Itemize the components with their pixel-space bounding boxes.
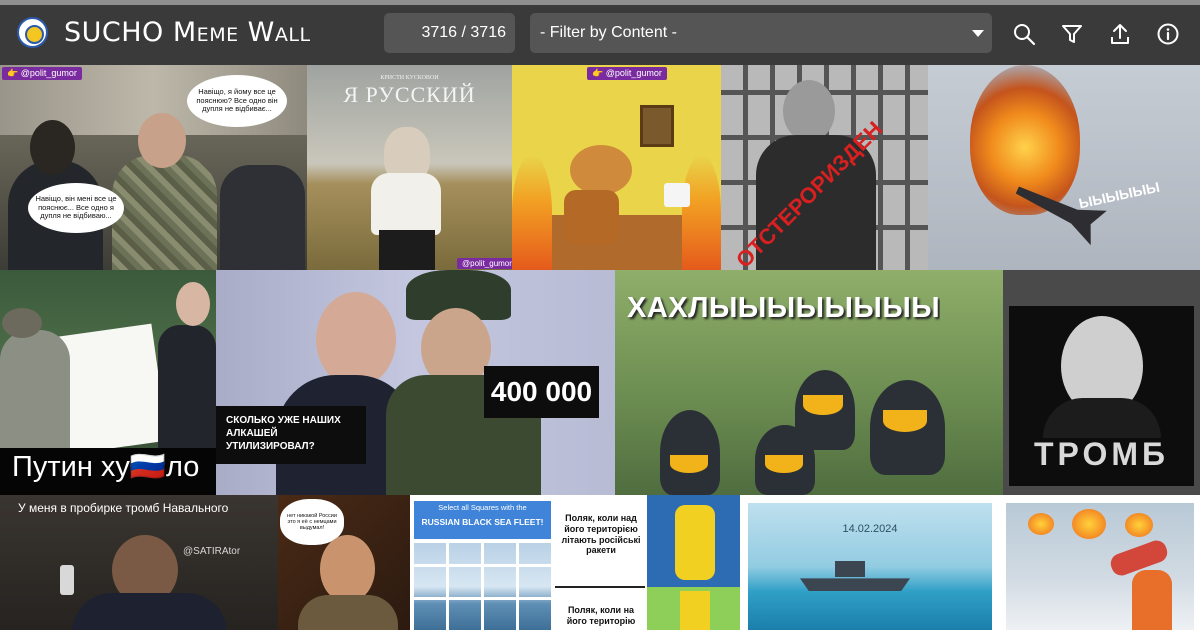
search-icon[interactable] (1012, 22, 1036, 46)
meme-tile-poles[interactable]: Поляк, коли над його територією літають … (555, 495, 740, 630)
meme-tile-gas-flares[interactable] (1000, 495, 1200, 630)
meme-tile-generals[interactable]: 👉 @polit_gumor Навіщо, я йому все це поя… (0, 65, 307, 270)
meme-tile-putin-painting[interactable]: Путин ху🇷🇺ло (0, 270, 216, 495)
meme-caption: ТРОМБ (1033, 436, 1169, 472)
meme-counter[interactable]: 3716 / 3716 (384, 13, 515, 53)
meme-tile-400000[interactable]: СКОЛЬКО УЖЕ НАШИХ АЛКАШЕЙ УТИЛИЗИРОВАЛ? … (216, 270, 615, 495)
meme-caption: ХАХЛЫЫЫЫЫЫЫЫ (627, 292, 941, 324)
meme-caption-top: Поляк, коли над його територією літають … (561, 513, 641, 556)
top-bar: SUCHO Meme Wall 3716 / 3716 - Filter by … (0, 0, 1200, 65)
meme-caption: ЫЫЫЫЫЫ (1077, 178, 1162, 212)
content-filter-select[interactable]: - Filter by Content - (530, 13, 992, 53)
meme-tile-this-is-fine[interactable]: 👉 @polit_gumor (512, 65, 721, 270)
meme-tile-burning-jet[interactable]: ЫЫЫЫЫЫ (928, 65, 1200, 270)
meme-handle: @SATIRAtor (183, 546, 241, 557)
meme-caption: Я РУССКИЙ (343, 82, 476, 107)
meme-tile-powell[interactable]: У меня в пробирке тромб Навального @SATI… (0, 495, 278, 630)
chevron-down-icon (972, 30, 984, 37)
meme-tile-peter[interactable]: нет никакой России это я её с немцами вы… (278, 495, 410, 630)
speech-bubble-bottom: Навіщо, він мені все це пояснює... Все о… (28, 183, 124, 233)
meme-handle: 👉 @polit_gumor (2, 67, 82, 80)
meme-tile-ship-stamp[interactable]: 14.02.2024 (740, 495, 1000, 630)
meme-caption: Путин ху🇷🇺ло (12, 451, 200, 483)
captcha-line-1: Select all Squares with the (438, 503, 527, 512)
info-icon[interactable] (1156, 22, 1180, 46)
filter-icon[interactable] (1060, 22, 1084, 46)
meme-tile-prison[interactable]: ОТСТЕРОРИЗДЕН (721, 65, 928, 270)
sucho-logo[interactable] (17, 17, 48, 48)
filter-select-label: - Filter by Content - (540, 24, 677, 41)
meme-tile-captcha[interactable]: Select all Squares with the RUSSIAN BLAC… (410, 495, 555, 630)
page-title: SUCHO Meme Wall (64, 17, 311, 48)
meme-caption-bottom: Поляк, коли на його територію (566, 605, 636, 626)
speech-bubble-top: Навіщо, я йому все це пояснюю? Все одно … (187, 75, 287, 127)
meme-handle: 👉 @polit_gumor (587, 67, 667, 80)
upload-icon[interactable] (1108, 22, 1132, 46)
meme-caption-left: СКОЛЬКО УЖЕ НАШИХ АЛКАШЕЙ УТИЛИЗИРОВАЛ? (216, 406, 366, 464)
meme-handle: @polit_gumor (457, 258, 512, 269)
meme-caption-right: 400 000 (484, 366, 599, 418)
meme-caption: У меня в пробирке тромб Навального (18, 501, 229, 515)
captcha-line-2: RUSSIAN BLACK SEA FLEET! (421, 517, 544, 527)
meme-caption-small: КРИСТИ КУСКОВОЙ (380, 75, 439, 81)
meme-tile-birds[interactable]: ХАХЛЫЫЫЫЫЫЫЫ (615, 270, 1003, 495)
stamp-date: 14.02.2024 (842, 523, 898, 535)
meme-tile-ya-russkiy[interactable]: КРИСТИ КУСКОВОЙ Я РУССКИЙ @polit_gumor (307, 65, 512, 270)
meme-tile-tromb[interactable]: ТРОМБ (1003, 270, 1200, 495)
